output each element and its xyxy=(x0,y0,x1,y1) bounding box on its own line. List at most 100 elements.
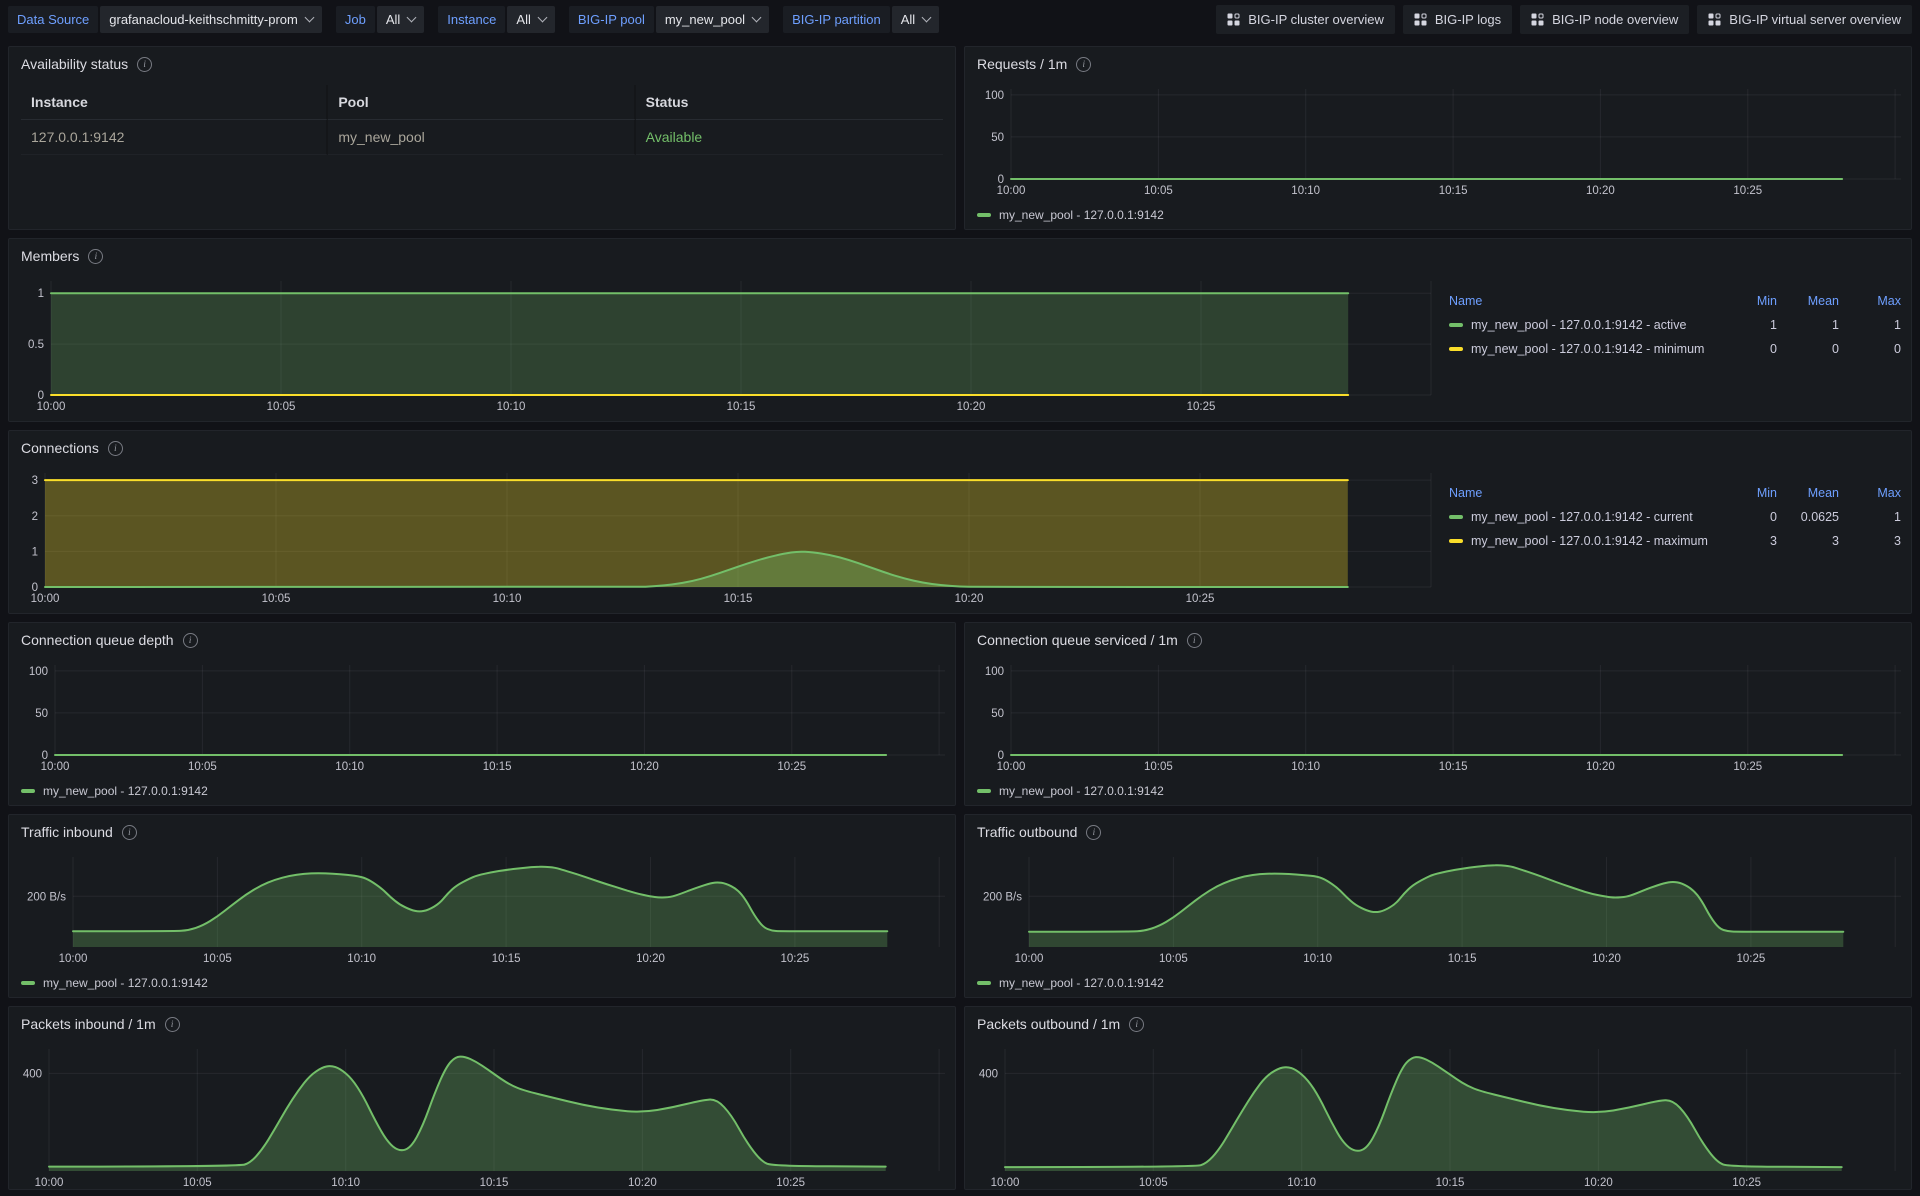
info-icon[interactable]: i xyxy=(108,441,123,456)
timeseries-svg: 10:0010:0510:1010:1510:2010:25400 xyxy=(15,1041,949,1191)
panel-title: Requests / 1m xyxy=(977,56,1067,72)
legend-col-min[interactable]: Min xyxy=(1715,294,1777,308)
timeseries-svg: 10:0010:0510:1010:1510:2010:250123 xyxy=(15,465,1435,607)
svg-text:10:10: 10:10 xyxy=(493,593,522,605)
link-bigip-virtual-server-overview[interactable]: BIG-IP virtual server overview xyxy=(1697,5,1912,34)
info-icon[interactable]: i xyxy=(165,1017,180,1032)
legend-col-name[interactable]: Name xyxy=(1449,294,1715,308)
legend-min: 1 xyxy=(1715,318,1777,332)
series-label[interactable]: my_new_pool - 127.0.0.1:9142 - active xyxy=(1471,318,1686,332)
svg-text:50: 50 xyxy=(35,708,48,720)
chevron-down-icon xyxy=(537,13,547,23)
packets-inbound-chart[interactable]: 10:0010:0510:1010:1510:2010:25400 xyxy=(15,1041,949,1191)
variable-datasource: Data Source grafanacloud-keithschmitty-p… xyxy=(8,6,322,33)
series-label[interactable]: my_new_pool - 127.0.0.1:9142 xyxy=(43,784,208,798)
legend-item: my_new_pool - 127.0.0.1:9142 xyxy=(977,208,1164,222)
instance-cell: 127.0.0.1:9142 xyxy=(21,120,328,155)
svg-text:10:20: 10:20 xyxy=(628,1177,657,1189)
series-label[interactable]: my_new_pool - 127.0.0.1:9142 xyxy=(999,784,1164,798)
series-swatch xyxy=(1449,515,1463,519)
traffic-inbound-chart[interactable]: 10:0010:0510:1010:1510:2010:25200 B/s xyxy=(15,849,949,967)
info-icon[interactable]: i xyxy=(1076,57,1091,72)
svg-text:10:05: 10:05 xyxy=(262,593,291,605)
series-label[interactable]: my_new_pool - 127.0.0.1:9142 - maximum xyxy=(1471,534,1708,548)
svg-text:10:00: 10:00 xyxy=(997,761,1026,773)
svg-text:10:25: 10:25 xyxy=(1187,401,1216,413)
variable-select-job[interactable]: All xyxy=(377,6,424,33)
column-header-pool[interactable]: Pool xyxy=(328,85,635,120)
traffic-outbound-chart[interactable]: 10:0010:0510:1010:1510:2010:25200 B/s xyxy=(971,849,1905,967)
variable-select-bigip-pool[interactable]: my_new_pool xyxy=(656,6,769,33)
chevron-down-icon xyxy=(752,13,762,23)
panel-connection-queue-serviced: Connection queue serviced / 1m i 10:0010… xyxy=(964,622,1912,806)
svg-text:10:15: 10:15 xyxy=(1436,1177,1465,1189)
svg-text:1: 1 xyxy=(38,288,44,300)
info-icon[interactable]: i xyxy=(1187,633,1202,648)
svg-text:10:25: 10:25 xyxy=(781,953,810,965)
apps-icon xyxy=(1531,13,1544,26)
legend-col-mean[interactable]: Mean xyxy=(1777,294,1839,308)
series-swatch xyxy=(977,981,991,985)
legend-row[interactable]: my_new_pool - 127.0.0.1:9142 - minimum00… xyxy=(1449,337,1901,361)
link-bigip-logs[interactable]: BIG-IP logs xyxy=(1403,5,1512,34)
svg-text:10:10: 10:10 xyxy=(1291,761,1320,773)
svg-text:10:25: 10:25 xyxy=(777,761,806,773)
info-icon[interactable]: i xyxy=(122,825,137,840)
panel-title: Availability status xyxy=(21,56,128,72)
packets-outbound-chart[interactable]: 10:0010:0510:1010:1510:2010:25400 xyxy=(971,1041,1905,1191)
svg-text:10:20: 10:20 xyxy=(1592,953,1621,965)
legend-row[interactable]: my_new_pool - 127.0.0.1:9142 - current00… xyxy=(1449,505,1901,529)
legend-col-max[interactable]: Max xyxy=(1839,294,1901,308)
svg-text:10:25: 10:25 xyxy=(1737,953,1766,965)
series-label[interactable]: my_new_pool - 127.0.0.1:9142 - current xyxy=(1471,510,1693,524)
svg-text:10:25: 10:25 xyxy=(1186,593,1215,605)
legend-col-max[interactable]: Max xyxy=(1839,486,1901,500)
requests-chart[interactable]: 10:0010:0510:1010:1510:2010:25050100 xyxy=(971,81,1905,199)
link-bigip-node-overview[interactable]: BIG-IP node overview xyxy=(1520,5,1689,34)
link-bigip-cluster-overview[interactable]: BIG-IP cluster overview xyxy=(1216,5,1395,34)
legend-max: 0 xyxy=(1839,342,1901,356)
svg-text:10:10: 10:10 xyxy=(1291,185,1320,197)
column-header-status[interactable]: Status xyxy=(636,85,943,120)
legend-col-mean[interactable]: Mean xyxy=(1777,486,1839,500)
svg-text:10:05: 10:05 xyxy=(1159,953,1188,965)
svg-text:3: 3 xyxy=(32,475,38,487)
series-label[interactable]: my_new_pool - 127.0.0.1:9142 xyxy=(999,976,1164,990)
panel-title: Packets inbound / 1m xyxy=(21,1016,156,1032)
info-icon[interactable]: i xyxy=(88,249,103,264)
info-icon[interactable]: i xyxy=(1129,1017,1144,1032)
connections-chart[interactable]: 10:0010:0510:1010:1510:2010:250123 xyxy=(15,465,1435,607)
legend-row[interactable]: my_new_pool - 127.0.0.1:9142 - active111 xyxy=(1449,313,1901,337)
svg-text:10:05: 10:05 xyxy=(188,761,217,773)
panel-title: Traffic outbound xyxy=(977,824,1077,840)
members-chart[interactable]: 10:0010:0510:1010:1510:2010:2500.51 xyxy=(15,273,1435,415)
info-icon[interactable]: i xyxy=(137,57,152,72)
variable-select-datasource[interactable]: grafanacloud-keithschmitty-prom xyxy=(100,6,322,33)
info-icon[interactable]: i xyxy=(1086,825,1101,840)
svg-text:200 B/s: 200 B/s xyxy=(27,891,66,903)
svg-text:10:25: 10:25 xyxy=(1732,1177,1761,1189)
svg-text:10:10: 10:10 xyxy=(1303,953,1332,965)
queue-depth-chart[interactable]: 10:0010:0510:1010:1510:2010:25050100 xyxy=(15,657,949,775)
svg-text:0: 0 xyxy=(38,390,44,402)
legend-row[interactable]: my_new_pool - 127.0.0.1:9142 - maximum33… xyxy=(1449,529,1901,553)
timeseries-svg: 10:0010:0510:1010:1510:2010:25050100 xyxy=(15,657,949,775)
svg-text:10:10: 10:10 xyxy=(335,761,364,773)
legend-table-header: NameMinMeanMax xyxy=(1449,289,1901,313)
legend-item: my_new_pool - 127.0.0.1:9142 xyxy=(977,976,1164,990)
queue-serviced-chart[interactable]: 10:0010:0510:1010:1510:2010:25050100 xyxy=(971,657,1905,775)
svg-text:50: 50 xyxy=(991,132,1004,144)
series-label[interactable]: my_new_pool - 127.0.0.1:9142 xyxy=(43,976,208,990)
variable-select-bigip-partition[interactable]: All xyxy=(892,6,939,33)
legend-col-name[interactable]: Name xyxy=(1449,486,1715,500)
column-header-instance[interactable]: Instance xyxy=(21,85,328,120)
svg-text:10:05: 10:05 xyxy=(1139,1177,1168,1189)
series-label[interactable]: my_new_pool - 127.0.0.1:9142 - minimum xyxy=(1471,342,1704,356)
variable-select-instance[interactable]: All xyxy=(507,6,554,33)
info-icon[interactable]: i xyxy=(183,633,198,648)
series-swatch xyxy=(1449,347,1463,351)
panel-title: Packets outbound / 1m xyxy=(977,1016,1120,1032)
legend-col-min[interactable]: Min xyxy=(1715,486,1777,500)
series-label[interactable]: my_new_pool - 127.0.0.1:9142 xyxy=(999,208,1164,222)
svg-text:10:00: 10:00 xyxy=(997,185,1026,197)
